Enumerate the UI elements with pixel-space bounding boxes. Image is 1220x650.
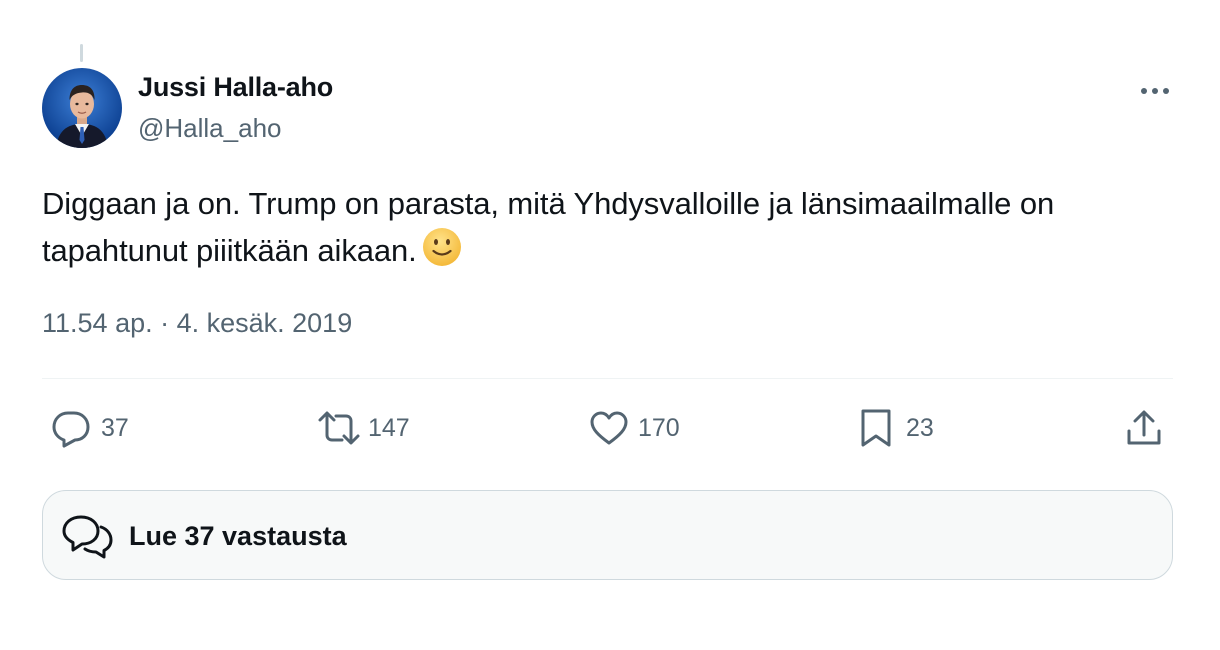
retweet-button[interactable]: 147 [316, 404, 410, 452]
heart-icon [590, 411, 628, 445]
reply-icon [52, 411, 90, 448]
more-options-button[interactable] [1128, 74, 1182, 108]
tweet-body: Diggaan ja on. Trump on parasta, mitä Yh… [42, 186, 1055, 268]
avatar-photo [42, 68, 122, 148]
share-button[interactable] [1124, 404, 1164, 452]
like-count: 170 [638, 413, 680, 442]
read-replies-label: Lue 37 vastausta [129, 521, 347, 551]
retweet-count: 147 [368, 413, 410, 442]
thread-connector-line [80, 44, 83, 62]
tweet-timestamp[interactable]: 11.54 ap. · 4. kesäk. 2019 [42, 308, 352, 339]
author-name[interactable]: Jussi Halla-aho [138, 72, 333, 103]
divider [42, 378, 1173, 379]
read-replies-button[interactable]: Lue 37 vastausta [42, 490, 1173, 580]
retweet-icon [318, 411, 360, 445]
bookmark-count: 23 [906, 413, 934, 442]
speech-bubbles-icon [62, 515, 113, 559]
bookmark-icon [861, 409, 891, 447]
reply-button[interactable]: 37 [50, 404, 129, 452]
slightly-smiling-face-emoji [422, 228, 461, 266]
author-avatar[interactable] [42, 68, 122, 148]
tweet-text: Diggaan ja on. Trump on parasta, mitä Yh… [42, 181, 1172, 273]
share-icon [1127, 410, 1161, 445]
bookmark-button[interactable]: 23 [858, 404, 934, 452]
like-button[interactable]: 170 [588, 404, 680, 452]
reply-count: 37 [101, 413, 129, 442]
more-horizontal-icon [1141, 88, 1169, 94]
author-handle[interactable]: @Halla_aho [138, 113, 281, 144]
